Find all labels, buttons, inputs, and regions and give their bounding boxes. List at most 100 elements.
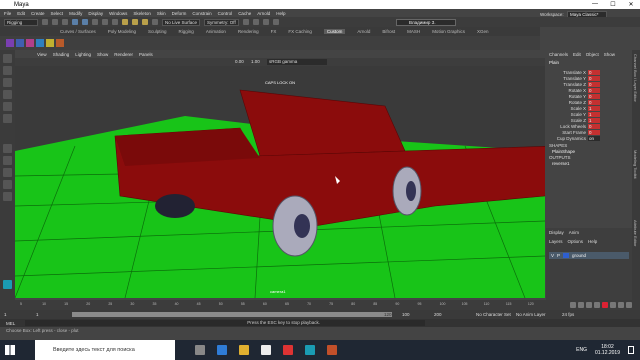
range-inner-end[interactable]: 120 [384,312,392,317]
shelf-tab[interactable]: Animation [206,29,226,34]
taskbar-clock[interactable]: 18:02 01.12.2019 [595,344,620,356]
scale-tool-icon[interactable] [3,114,12,123]
shelf-tool-icon[interactable] [26,39,34,47]
menu-control[interactable]: Control [218,11,233,16]
task-view-icon[interactable] [195,345,205,355]
shelf-tool-icon[interactable] [36,39,44,47]
input-language[interactable]: ENG [576,347,587,353]
menu-deform[interactable]: Deform [172,11,187,16]
shelf-tab[interactable]: Motion Graphics [432,29,465,34]
go-to-start-icon[interactable] [570,302,576,308]
shelf-tab[interactable]: Sculpting [148,29,167,34]
viewport-menu-shading[interactable]: Shading [53,52,70,57]
menu-edit[interactable]: Edit [17,11,25,16]
symmetry-dropdown[interactable]: Symmetry: Off [204,18,239,26]
redo-icon[interactable] [82,19,88,25]
save-scene-icon[interactable] [62,19,68,25]
shelf-tab[interactable]: XGen [477,29,489,34]
shelf-tab[interactable]: Bifrost [382,29,395,34]
layer-color-swatch[interactable] [563,253,570,258]
fps-dropdown[interactable]: 24 fps [562,312,574,317]
layer-row-ground[interactable]: V P ground [549,252,629,259]
undo-icon[interactable] [72,19,78,25]
maximize-button[interactable]: ☐ [604,1,622,8]
channel-value[interactable]: 0 [588,81,600,87]
shelf-tab[interactable]: Arnold [357,29,370,34]
layer-tab-display[interactable]: Display [549,230,564,235]
range-slider[interactable] [72,312,392,317]
file-explorer-icon[interactable] [239,345,249,355]
step-back-frame-icon[interactable] [586,302,592,308]
channel-menu-object[interactable]: Object [586,52,599,57]
menu-skeleton[interactable]: Skeleton [133,11,151,16]
rotate-tool-icon[interactable] [3,102,12,111]
menu-windows[interactable]: Windows [109,11,127,16]
channel-row[interactable]: Cup Dynamics on [546,135,632,141]
hypershade-icon[interactable] [272,19,279,25]
outliner-layout-icon[interactable] [3,180,12,189]
side-tab-channel-box[interactable]: Channel Box / Layer Editor [633,54,638,102]
mel-label[interactable]: MEL [0,321,15,326]
layer-playback-toggle[interactable]: P [557,253,560,258]
layer-menu-help[interactable]: Help [588,239,597,244]
shelf-tab[interactable]: MASH [407,29,420,34]
open-scene-icon[interactable] [52,19,58,25]
go-to-end-icon[interactable] [626,302,632,308]
shelf-tool-icon[interactable] [6,39,14,47]
viewport-menu-view[interactable]: View [37,52,47,57]
channel-value[interactable]: 0 [588,75,600,81]
menu-constrain[interactable]: Constrain [192,11,211,16]
step-forward-frame-icon[interactable] [610,302,616,308]
ipr-render-icon[interactable] [252,19,259,25]
close-button[interactable]: ✕ [622,1,640,8]
menu-skin[interactable]: Skin [157,11,166,16]
select-object-icon[interactable] [102,19,108,25]
minimize-button[interactable]: — [586,1,604,8]
menu-cache[interactable]: Cache [238,11,251,16]
shelf-tab[interactable]: FX [271,29,277,34]
channel-value[interactable]: 1 [588,117,600,123]
menu-arnold[interactable]: Arnold [257,11,270,16]
colorspace-dropdown[interactable]: sRGB gamma [267,59,327,65]
mel-input[interactable] [25,320,246,326]
channel-value[interactable]: on [588,135,600,141]
side-by-side-icon[interactable] [3,168,12,177]
edge-icon[interactable] [217,345,227,355]
channel-value[interactable]: 0 [588,69,600,75]
persp-graph-icon[interactable] [3,192,12,201]
channel-menu-channels[interactable]: Channels [549,52,568,57]
shelf-tab[interactable]: Rendering [238,29,259,34]
render-icon[interactable] [242,19,249,25]
user-account-button[interactable]: Владимир З. [396,19,456,26]
shelf-tool-icon[interactable] [56,39,64,47]
anim-layer-dropdown[interactable]: No Anim Layer [516,312,546,317]
maya-taskbar-icon[interactable] [305,345,315,355]
channel-value[interactable]: 0 [588,123,600,129]
render-settings-icon[interactable] [262,19,269,25]
channel-value[interactable]: 0 [588,129,600,135]
step-back-key-icon[interactable] [578,302,584,308]
snap-grid-icon[interactable] [122,19,128,25]
play-backwards-icon[interactable] [594,302,600,308]
select-component-icon[interactable] [112,19,118,25]
viewport-menu-renderer[interactable]: Renderer [114,52,133,57]
taskbar-search[interactable]: Введите здесь текст для поиска [35,340,175,360]
channel-value[interactable]: 0 [588,99,600,105]
side-tab-modeling-toolkit[interactable]: Modeling Toolkit [633,150,638,179]
lasso-tool-icon[interactable] [3,66,12,75]
range-start-field[interactable]: 1 [4,312,7,317]
shelf-tool-icon[interactable] [16,39,24,47]
channel-menu-edit[interactable]: Edit [573,52,581,57]
viewport-menu-show[interactable]: Show [97,52,108,57]
side-tab-attribute-editor[interactable]: Attribute Editor [633,220,638,246]
shelf-tab[interactable]: FX Caching [288,29,312,34]
shelf-tab[interactable]: Poly Modeling [108,29,136,34]
menu-display[interactable]: Display [88,11,103,16]
snap-surface-icon[interactable] [152,19,158,25]
stop-icon[interactable] [602,302,608,308]
channel-value[interactable]: 0 [588,93,600,99]
four-pane-icon[interactable] [3,156,12,165]
live-surface-field[interactable]: No Live Surface [162,18,201,26]
character-set-dropdown[interactable]: No Character Set [476,312,511,317]
new-scene-icon[interactable] [42,19,48,25]
